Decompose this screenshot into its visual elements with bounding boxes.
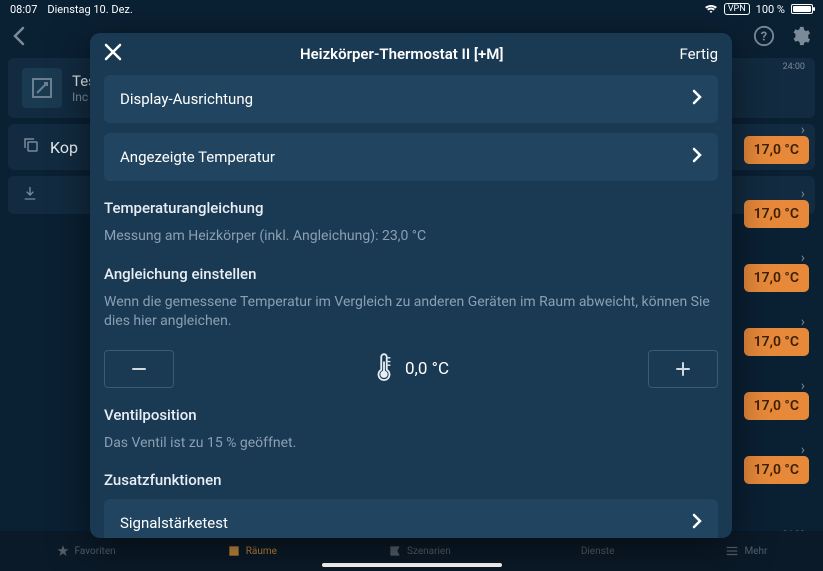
done-button[interactable]: Fertig xyxy=(679,45,718,63)
scenarios-icon xyxy=(388,544,402,558)
label-valve-position: Ventilposition xyxy=(104,406,718,424)
wifi-icon xyxy=(704,4,718,14)
close-button[interactable] xyxy=(104,42,124,66)
row-display-orientation[interactable]: Display-Ausrichtung xyxy=(104,75,718,123)
minus-icon xyxy=(129,359,149,379)
modal-body: Display-Ausrichtung Angezeigte Temperatu… xyxy=(90,75,732,538)
services-icon xyxy=(562,544,576,558)
status-time: 08:07 xyxy=(10,3,37,16)
rooms-icon xyxy=(227,544,241,558)
offset-value: 0,0 °C xyxy=(405,359,449,379)
battery-icon xyxy=(791,4,813,14)
help-icon[interactable]: ? xyxy=(753,25,775,51)
status-bar: 08:07 Dienstag 10. Dez. VPN 100 % xyxy=(0,0,823,18)
thermometer-icon xyxy=(373,350,395,388)
device-settings-modal: Heizkörper-Thermostat II [+M] Fertig Dis… xyxy=(90,33,732,538)
settings-icon[interactable] xyxy=(789,25,811,51)
tab-szenarien[interactable]: Szenarien xyxy=(388,544,451,558)
temp-chip[interactable]: 17,0 °C xyxy=(744,392,809,420)
row-shown-temperature[interactable]: Angezeigte Temperatur xyxy=(104,133,718,181)
svg-text:?: ? xyxy=(761,30,767,45)
label-adjust: Angleichung einstellen xyxy=(104,265,718,283)
time-label: 24:00 xyxy=(783,62,805,72)
chevron-right-icon xyxy=(692,89,702,109)
tab-raeume[interactable]: Räume xyxy=(227,544,277,558)
increment-button[interactable] xyxy=(648,350,718,388)
row-label: Display-Ausrichtung xyxy=(120,90,253,108)
decrement-button[interactable] xyxy=(104,350,174,388)
info-temp-alignment: Messung am Heizkörper (inkl. Angleichung… xyxy=(104,227,718,247)
modal-header: Heizkörper-Thermostat II [+M] Fertig xyxy=(90,33,732,75)
chevron-right-icon xyxy=(692,513,702,533)
temp-chip[interactable]: 17,0 °C xyxy=(744,456,809,484)
battery-percent: 100 % xyxy=(756,3,785,16)
temp-chip[interactable]: 17,0 °C xyxy=(744,264,809,292)
home-indicator[interactable] xyxy=(322,563,502,567)
temp-chip[interactable]: 17,0 °C xyxy=(744,328,809,356)
temp-chip[interactable]: 17,0 °C xyxy=(744,136,809,164)
modal-title: Heizkörper-Thermostat II [+M] xyxy=(124,45,679,63)
more-icon xyxy=(725,544,739,558)
tab-mehr[interactable]: Mehr xyxy=(725,544,767,558)
offset-stepper: 0,0 °C xyxy=(104,350,718,388)
info-valve-position: Das Ventil ist zu 15 % geöffnet. xyxy=(104,434,718,454)
label-extra-functions: Zusatzfunktionen xyxy=(104,471,718,489)
vpn-badge: VPN xyxy=(724,3,750,15)
star-icon xyxy=(56,544,70,558)
status-date: Dienstag 10. Dez. xyxy=(47,3,132,16)
plus-icon xyxy=(673,359,693,379)
label-temp-alignment: Temperaturangleichung xyxy=(104,199,718,217)
temp-chip[interactable]: 17,0 °C xyxy=(744,200,809,228)
chevron-right-icon xyxy=(692,147,702,167)
row-signal-test[interactable]: Signalstärketest xyxy=(104,499,718,538)
row-label: Signalstärketest xyxy=(120,514,228,532)
back-button[interactable] xyxy=(12,26,26,51)
tab-favoriten[interactable]: Favoriten xyxy=(56,544,116,558)
row-label: Angezeigte Temperatur xyxy=(120,148,275,166)
wand-icon xyxy=(22,68,62,108)
info-adjust: Wenn die gemessene Temperatur im Verglei… xyxy=(104,293,718,332)
tab-dienste[interactable]: Dienste xyxy=(562,544,615,558)
